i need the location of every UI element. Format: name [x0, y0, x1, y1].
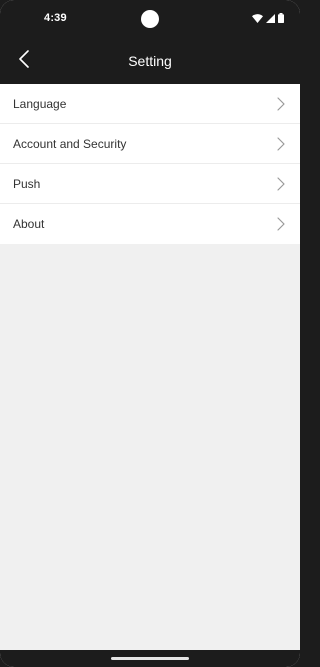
chevron-right-icon	[274, 97, 288, 111]
chevron-right-icon	[274, 217, 288, 231]
chevron-right-icon	[274, 137, 288, 151]
chevron-right-icon	[274, 177, 288, 191]
settings-item-account-security[interactable]: Account and Security	[0, 124, 300, 164]
settings-item-label: Push	[13, 176, 41, 191]
signal-icon	[266, 13, 275, 23]
settings-item-label: About	[13, 217, 45, 231]
camera-cutout	[141, 10, 159, 28]
settings-item-label: Language	[13, 96, 67, 111]
page-title: Setting	[128, 53, 172, 69]
settings-screen: 4:39 Setting Language Account and Securi…	[0, 0, 300, 667]
settings-item-about[interactable]: About	[0, 204, 300, 244]
status-time: 4:39	[44, 12, 67, 24]
settings-list: Language Account and Security Push About	[0, 84, 300, 244]
settings-item-push[interactable]: Push	[0, 164, 300, 204]
status-icons	[252, 13, 284, 23]
app-bar: Setting	[0, 38, 300, 84]
status-bar: 4:39	[0, 0, 300, 38]
home-indicator[interactable]	[111, 657, 189, 660]
wifi-icon	[252, 13, 263, 23]
battery-icon	[278, 13, 284, 23]
settings-item-language[interactable]: Language	[0, 84, 300, 124]
settings-item-label: Account and Security	[13, 136, 127, 151]
navigation-bar	[0, 650, 300, 667]
